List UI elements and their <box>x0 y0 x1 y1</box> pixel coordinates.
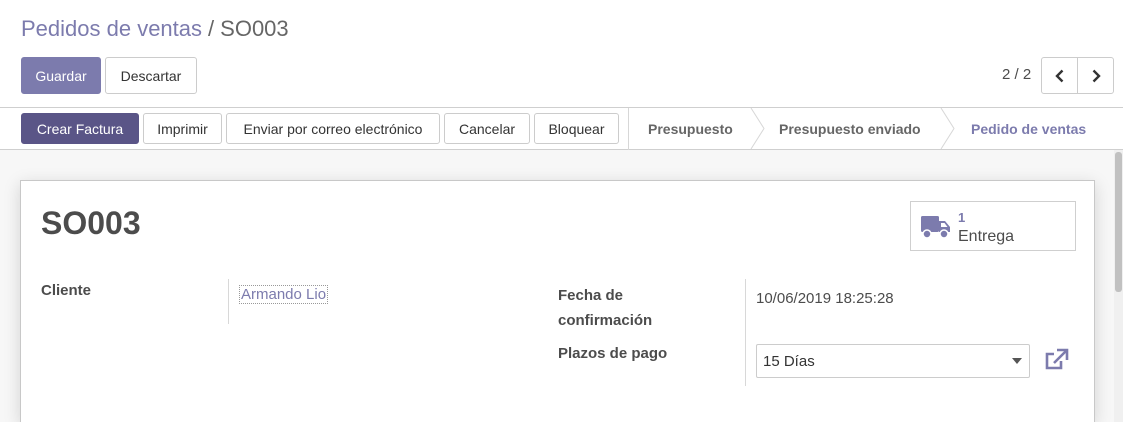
stage-arrow-separator <box>940 108 955 149</box>
cancel-button[interactable]: Cancelar <box>444 113 530 144</box>
create-invoice-button[interactable]: Crear Factura <box>21 113 139 144</box>
stage-sales-order[interactable]: Pedido de ventas <box>971 108 1086 149</box>
breadcrumb-current: SO003 <box>220 16 289 41</box>
customer-label: Cliente <box>41 282 92 299</box>
delivery-count: 1 <box>958 210 966 225</box>
breadcrumb: Pedidos de ventas / SO003 <box>21 16 289 42</box>
breadcrumb-parent-link[interactable]: Pedidos de ventas <box>21 16 202 41</box>
pager-value[interactable]: 2 / 2 <box>1002 66 1031 83</box>
stage-arrow-separator <box>750 108 765 149</box>
payment-terms-label: Plazos de pago <box>558 345 668 362</box>
confirmation-date-value: 10/06/2019 18:25:28 <box>756 290 894 307</box>
payment-terms-value: 15 Días <box>763 353 815 370</box>
send-email-button[interactable]: Enviar por correo electrónico <box>226 113 440 144</box>
confirmation-date-label-line2: confirmación <box>558 312 653 329</box>
caret-down-icon <box>1012 358 1022 364</box>
delivery-label: Entrega <box>958 228 1015 245</box>
external-link-icon[interactable] <box>1044 348 1070 372</box>
form-statusbar: Crear Factura Imprimir Enviar por correo… <box>0 108 1123 150</box>
order-title: SO003 <box>41 205 141 241</box>
pager-previous-button[interactable] <box>1041 57 1078 94</box>
chevron-left-icon <box>1054 69 1063 82</box>
breadcrumb-separator: / <box>208 16 215 41</box>
control-panel: Pedidos de ventas / SO003 Guardar Descarta… <box>0 0 1123 108</box>
chevron-right-icon <box>1092 69 1101 82</box>
pager-next-button[interactable] <box>1077 57 1114 94</box>
statusbar-divider <box>628 108 629 150</box>
payment-terms-select[interactable]: 15 Días <box>756 344 1030 378</box>
stage-quotation[interactable]: Presupuesto <box>648 108 733 149</box>
customer-link[interactable]: Armando Lio <box>239 285 329 304</box>
save-button[interactable]: Guardar <box>21 57 101 94</box>
print-button[interactable]: Imprimir <box>143 113 222 144</box>
discard-button[interactable]: Descartar <box>105 57 197 94</box>
form-sheet: SO003 1 Entrega Cliente Armando Lio Fech… <box>20 180 1095 422</box>
stage-quotation-sent[interactable]: Presupuesto enviado <box>779 108 921 149</box>
lock-button[interactable]: Bloquear <box>534 113 619 144</box>
delivery-smart-button[interactable]: 1 Entrega <box>910 201 1076 251</box>
field-separator <box>228 279 229 324</box>
truck-icon <box>921 216 950 239</box>
scrollbar-thumb[interactable] <box>1115 152 1122 292</box>
field-separator <box>745 279 746 386</box>
confirmation-date-label-line1: Fecha de <box>558 287 624 304</box>
